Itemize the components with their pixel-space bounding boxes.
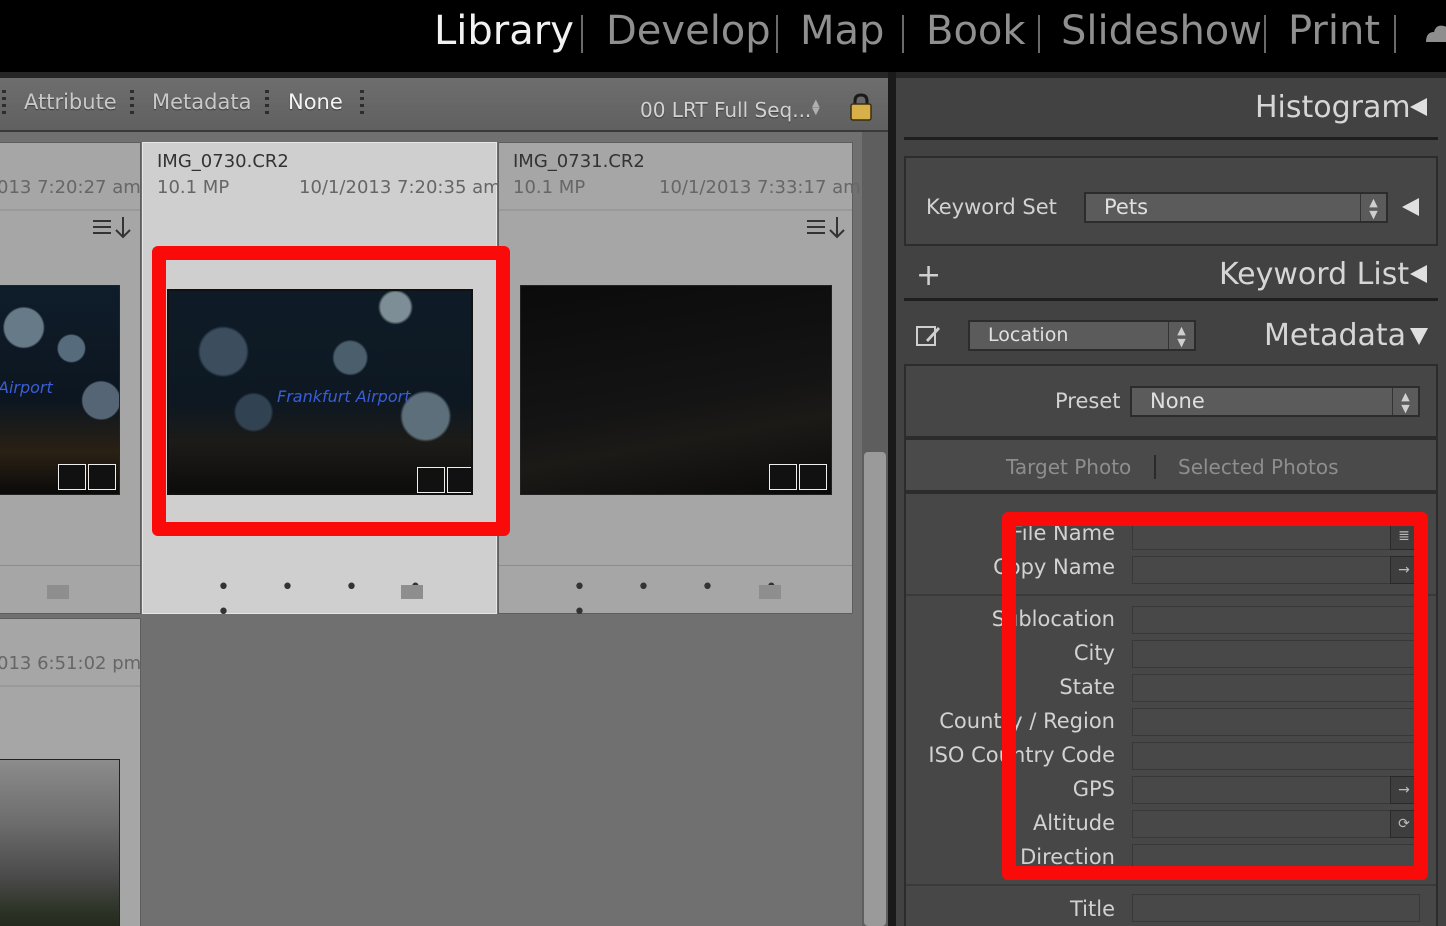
tab-separator <box>1154 455 1156 479</box>
photo-thumbnail[interactable] <box>520 285 832 495</box>
preset-select[interactable]: None ▲ ▼ <box>1130 386 1420 417</box>
filter-none[interactable]: None <box>288 90 343 114</box>
cloud-icon[interactable] <box>1424 18 1446 48</box>
keyword-list-title[interactable]: Keyword List <box>1219 257 1409 292</box>
filter-metadata[interactable]: Metadata <box>152 90 251 114</box>
filter-separator <box>130 90 134 116</box>
thumbnail-badges <box>769 464 827 490</box>
capture-date: 10/1/2013 7:20:35 am <box>299 177 501 198</box>
cell-divider <box>499 209 852 211</box>
color-label-box[interactable] <box>47 585 69 599</box>
library-filter-bar: Attribute Metadata None 00 LRT Full Seq.… <box>0 78 888 132</box>
capture-date: 013 6:51:02 pm <box>0 653 142 674</box>
title-field[interactable] <box>1132 894 1420 922</box>
target-tabs-box <box>904 438 1438 492</box>
preset-updown-icon[interactable]: ▲ ▼ <box>812 99 820 117</box>
collapse-triangle-icon[interactable] <box>1402 198 1419 216</box>
cell-divider <box>499 565 852 566</box>
cell-divider <box>0 565 140 566</box>
highlight-selected-thumbnail <box>152 246 510 536</box>
keyword-badge-icon[interactable] <box>769 464 797 490</box>
module-separator <box>776 15 778 53</box>
filter-separator <box>2 90 6 116</box>
color-label-box[interactable] <box>759 585 781 599</box>
expand-triangle-icon[interactable] <box>1410 328 1428 345</box>
metadata-title[interactable]: Metadata <box>1264 318 1406 353</box>
preset-value: None <box>1150 389 1205 413</box>
module-map[interactable]: Map <box>800 8 884 54</box>
edit-metadata-icon[interactable] <box>914 322 942 350</box>
keyword-set-label: Keyword Set <box>926 195 1057 219</box>
capture-date: 013 7:20:27 am <box>0 177 141 198</box>
comment-badge-icon[interactable] <box>799 464 827 490</box>
comment-badge-icon[interactable] <box>88 464 116 490</box>
module-separator <box>1394 15 1396 53</box>
tab-target-photo[interactable]: Target Photo <box>1006 455 1131 479</box>
file-name: IMG_0731.CR2 <box>513 151 645 172</box>
cell-divider <box>0 685 140 687</box>
field-group-separator <box>906 884 1436 886</box>
megapixels: 10.1 MP <box>513 177 586 198</box>
field-label: Title <box>1069 897 1115 921</box>
module-separator <box>902 15 904 53</box>
highlight-location-fields <box>1002 512 1428 880</box>
select-updown-icon: ▲ ▼ <box>1392 388 1418 415</box>
module-library[interactable]: Library <box>434 8 574 54</box>
module-print[interactable]: Print <box>1288 8 1380 54</box>
collapse-triangle-icon[interactable] <box>1410 265 1427 283</box>
module-develop[interactable]: Develop <box>606 8 771 54</box>
tab-selected-photos[interactable]: Selected Photos <box>1178 455 1339 479</box>
module-separator <box>1038 15 1040 53</box>
module-separator <box>581 15 583 53</box>
metadata-preset-view-select[interactable]: Location ▲ ▼ <box>968 320 1196 351</box>
color-label-box[interactable] <box>401 585 423 599</box>
keyword-set-select[interactable]: Pets ▲ ▼ <box>1084 192 1388 223</box>
module-slideshow[interactable]: Slideshow <box>1061 8 1262 54</box>
preset-label: Preset <box>1055 389 1121 413</box>
grid-cell[interactable]: 013 6:51:02 pm <box>0 618 141 926</box>
filter-attribute[interactable]: Attribute <box>24 90 117 114</box>
sort-icon[interactable] <box>91 215 135 243</box>
add-keyword-icon[interactable]: + <box>916 258 941 293</box>
metadata-view-value: Location <box>988 324 1069 346</box>
grid-cell[interactable]: 013 7:20:27 am Airport <box>0 142 141 614</box>
module-picker: Library Develop Map Book Slideshow Print <box>0 0 1446 72</box>
capture-date: 10/1/2013 7:33:17 am <box>659 177 861 198</box>
filter-separator <box>360 90 364 116</box>
module-book[interactable]: Book <box>926 8 1026 54</box>
panel-separator <box>904 298 1438 301</box>
filter-separator <box>265 90 269 116</box>
sort-icon[interactable] <box>805 215 849 243</box>
thumbnail-badges <box>58 464 116 490</box>
megapixels: 10.1 MP <box>157 177 230 198</box>
histogram-title[interactable]: Histogram <box>1255 90 1411 125</box>
photo-thumbnail[interactable]: Airport <box>0 285 120 495</box>
photo-thumbnail[interactable] <box>0 759 120 926</box>
panel-divider[interactable] <box>888 72 896 926</box>
panel-separator <box>904 137 1438 140</box>
lock-icon[interactable] <box>848 92 874 122</box>
star-rating[interactable]: • • • • • <box>573 575 852 625</box>
file-name: IMG_0730.CR2 <box>157 151 289 172</box>
star-rating[interactable]: • • • • • <box>217 575 496 625</box>
select-updown-icon: ▲ ▼ <box>1168 322 1194 349</box>
module-separator <box>1264 15 1266 53</box>
cell-divider <box>0 209 140 211</box>
keyword-badge-icon[interactable] <box>58 464 86 490</box>
thumbnail-caption: Airport <box>0 378 53 397</box>
filter-preset-select[interactable]: 00 LRT Full Seq... <box>640 98 811 122</box>
collapse-triangle-icon[interactable] <box>1410 98 1427 116</box>
select-updown-icon: ▲ ▼ <box>1360 194 1386 221</box>
grid-scrollbar-thumb[interactable] <box>864 452 886 926</box>
grid-cell[interactable]: IMG_0731.CR2 10.1 MP 10/1/2013 7:33:17 a… <box>498 142 861 625</box>
keyword-set-value: Pets <box>1104 195 1149 219</box>
